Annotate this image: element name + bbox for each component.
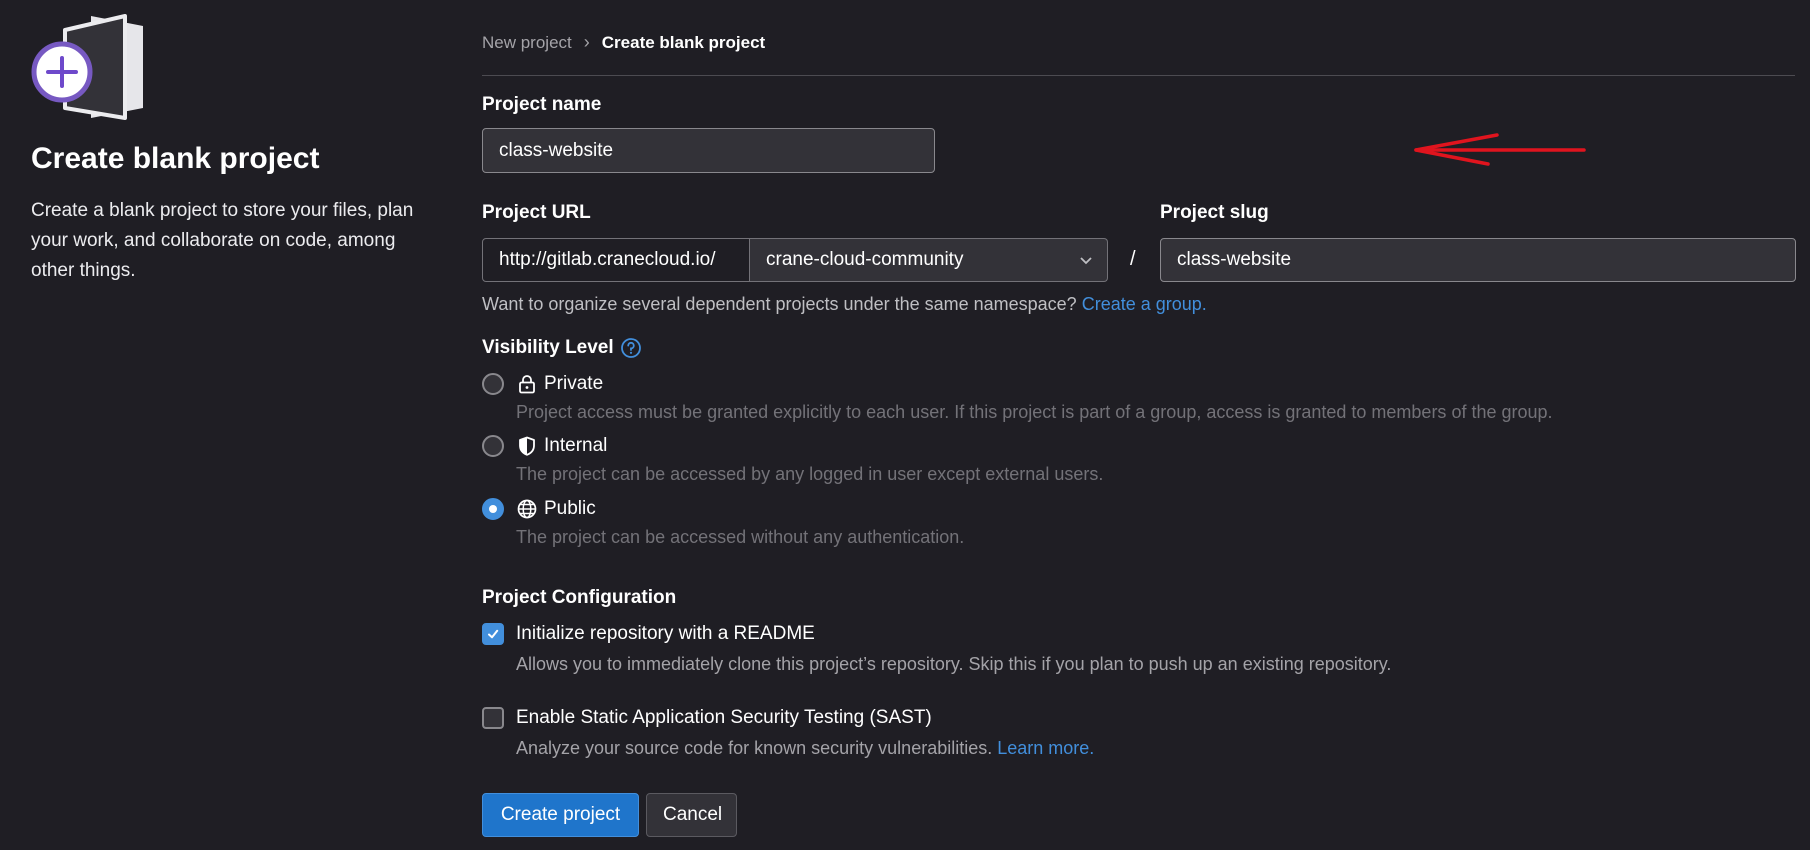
- breadcrumb-current: Create blank project: [601, 32, 766, 52]
- sast-checkbox[interactable]: [482, 707, 504, 729]
- page-description: Create a blank project to store your fil…: [31, 200, 414, 281]
- url-separator: /: [1130, 248, 1136, 270]
- breadcrumb-new-project[interactable]: New project: [482, 33, 572, 53]
- public-radio[interactable]: [482, 498, 504, 520]
- project-slug-label: Project slug: [1160, 202, 1269, 223]
- private-radio[interactable]: [482, 373, 504, 395]
- namespace-select[interactable]: crane-cloud-community: [750, 238, 1108, 282]
- private-description: Project access must be granted explicitl…: [516, 402, 1553, 422]
- internal-description: The project can be accessed by any logge…: [516, 464, 1104, 484]
- project-url-group: http://gitlab.cranecloud.io/ crane-cloud…: [482, 238, 1108, 282]
- public-description: The project can be accessed without any …: [516, 527, 965, 547]
- group-help-text: Want to organize several dependent proje…: [482, 294, 1207, 315]
- breadcrumb: New project › Create blank project: [482, 32, 765, 53]
- annotation-arrow-icon: [1414, 133, 1586, 166]
- sast-description-row: Analyze your source code for known secur…: [516, 738, 1094, 759]
- create-group-link[interactable]: Create a group.: [1082, 294, 1207, 314]
- project-name-input[interactable]: [482, 128, 935, 173]
- readme-checkbox[interactable]: [482, 623, 504, 645]
- checkmark-icon: [488, 629, 499, 639]
- readme-label: Initialize repository with a README: [516, 623, 815, 644]
- project-slug-input[interactable]: [1160, 238, 1796, 282]
- learn-more-link[interactable]: Learn more.: [997, 738, 1094, 758]
- project-configuration-label: Project Configuration: [482, 587, 677, 608]
- visibility-level-heading: Visibility Level: [482, 337, 642, 359]
- namespace-value: crane-cloud-community: [766, 249, 964, 270]
- globe-icon: [517, 499, 537, 519]
- chevron-right-icon: ›: [583, 32, 590, 52]
- project-url-label: Project URL: [482, 202, 591, 223]
- sast-option[interactable]: Enable Static Application Security Testi…: [482, 707, 932, 729]
- visibility-option-internal[interactable]: Internal: [482, 435, 607, 457]
- visibility-option-private[interactable]: Private: [482, 373, 603, 395]
- help-icon[interactable]: [620, 337, 642, 359]
- public-label: Public: [544, 498, 596, 519]
- internal-radio[interactable]: [482, 435, 504, 457]
- group-help-message: Want to organize several dependent proje…: [482, 294, 1077, 314]
- cancel-button[interactable]: Cancel: [646, 793, 737, 837]
- chevron-down-icon: [1080, 257, 1092, 265]
- page-title: Create blank project: [31, 142, 320, 175]
- shield-icon: [519, 436, 535, 456]
- visibility-option-public[interactable]: Public: [482, 498, 596, 520]
- private-label: Private: [544, 373, 604, 394]
- url-prefix: http://gitlab.cranecloud.io/: [482, 238, 750, 282]
- internal-label: Internal: [544, 435, 608, 456]
- readme-description: Allows you to immediately clone this pro…: [516, 654, 1392, 674]
- sast-description: Analyze your source code for known secur…: [516, 738, 993, 758]
- sast-label: Enable Static Application Security Testi…: [516, 707, 932, 728]
- visibility-level-label: Visibility Level: [482, 337, 614, 358]
- readme-option[interactable]: Initialize repository with a README: [482, 623, 815, 645]
- new-project-illustration-icon: [31, 14, 143, 120]
- divider: [482, 75, 1795, 76]
- create-project-button[interactable]: Create project: [482, 793, 639, 837]
- lock-icon: [519, 375, 535, 394]
- project-name-label: Project name: [482, 94, 602, 115]
